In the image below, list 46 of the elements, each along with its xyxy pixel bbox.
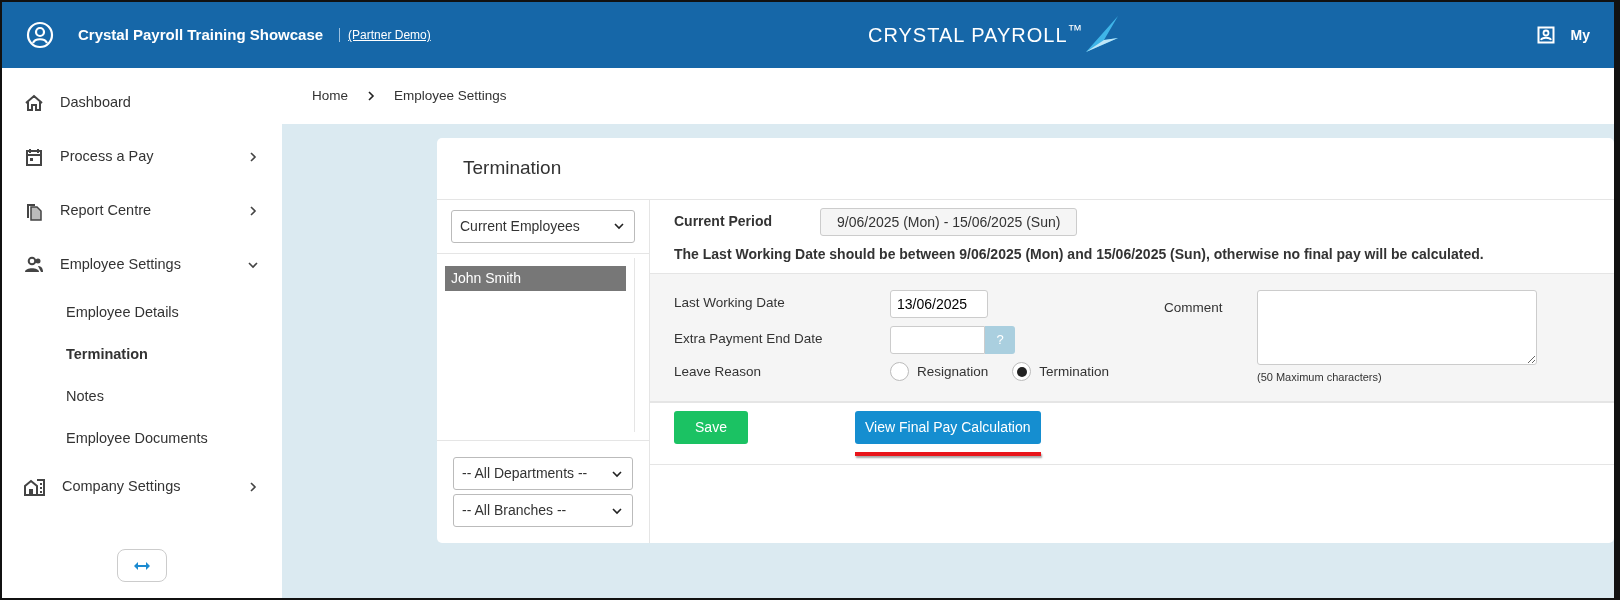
breadcrumb-link[interactable]: Home — [312, 85, 348, 107]
character-limit-hint: (50 Maximum characters) — [1257, 369, 1383, 385]
sidebar-subitem[interactable]: Termination — [2, 334, 282, 376]
partner-demo-link[interactable]: (Partner Demo) — [348, 26, 431, 44]
date-range-notice: The Last Working Date should be between 9/06/2025 (Mon) and 15/06/2025 (Sun), otherwise no final pay will be calculated. — [674, 244, 1485, 264]
field-label: Extra Payment End Date — [674, 330, 824, 349]
sidebar-item[interactable]: Dashboard — [2, 76, 282, 130]
field-label: Leave Reason — [674, 362, 763, 381]
sidebar-item[interactable]: Employee Settings — [2, 238, 282, 292]
employee-filter-select[interactable]: Current Employees — [451, 209, 635, 243]
card-title: Termination — [437, 138, 1614, 200]
building-icon — [24, 477, 46, 497]
home-icon — [24, 93, 44, 113]
employee-list-item[interactable]: John Smith — [445, 265, 626, 291]
people-icon — [24, 255, 44, 275]
user-profile-icon[interactable] — [1536, 26, 1555, 44]
department-filter-select[interactable]: -- All Departments -- — [453, 457, 633, 490]
current-period-field: 9/06/2025 (Mon) - 15/06/2025 (Sun) — [820, 207, 1078, 236]
radio-label: Termination — [1039, 362, 1110, 381]
calendar-icon — [24, 147, 44, 167]
sidebar-subitem[interactable]: Employee Details — [2, 292, 282, 334]
user-menu-label[interactable]: My — [1570, 24, 1590, 46]
comment-field[interactable] — [1257, 289, 1537, 365]
sidebar-subitem[interactable]: Notes — [2, 376, 282, 418]
radio-button[interactable] — [890, 362, 909, 382]
breadcrumb-current: Employee Settings — [394, 86, 507, 105]
document-icon — [24, 201, 44, 221]
app-title: Crystal Payroll Training Showcase — [78, 24, 324, 45]
extra-payment-date-field[interactable] — [890, 325, 985, 354]
view-final-pay-button[interactable]: View Final Pay Calculation — [855, 411, 1041, 444]
user-circle-icon[interactable] — [26, 21, 54, 49]
sidebar-subitem[interactable]: Employee Documents — [2, 418, 282, 460]
current-period-label: Current Period — [674, 212, 772, 231]
sidebar-item[interactable]: Company Settings — [2, 460, 282, 514]
sidebar-item[interactable]: Report Centre — [2, 184, 282, 238]
sidebar-item[interactable]: Process a Pay — [2, 130, 282, 184]
logo-wing-icon — [1083, 16, 1120, 54]
logo-text: CRYSTAL PAYROLL$^{™}$ — [868, 20, 1084, 48]
radio-label: Resignation — [917, 362, 989, 381]
radio-button[interactable] — [1012, 362, 1032, 382]
comment-label: Comment — [1164, 298, 1224, 317]
collapse-sidebar-button[interactable] — [117, 549, 167, 582]
last-working-date-field[interactable]: 13/06/2025 — [890, 289, 988, 318]
field-label: Last Working Date — [674, 294, 786, 313]
double-arrow-icon — [133, 561, 151, 572]
branch-filter-select[interactable]: -- All Branches -- — [453, 494, 633, 527]
